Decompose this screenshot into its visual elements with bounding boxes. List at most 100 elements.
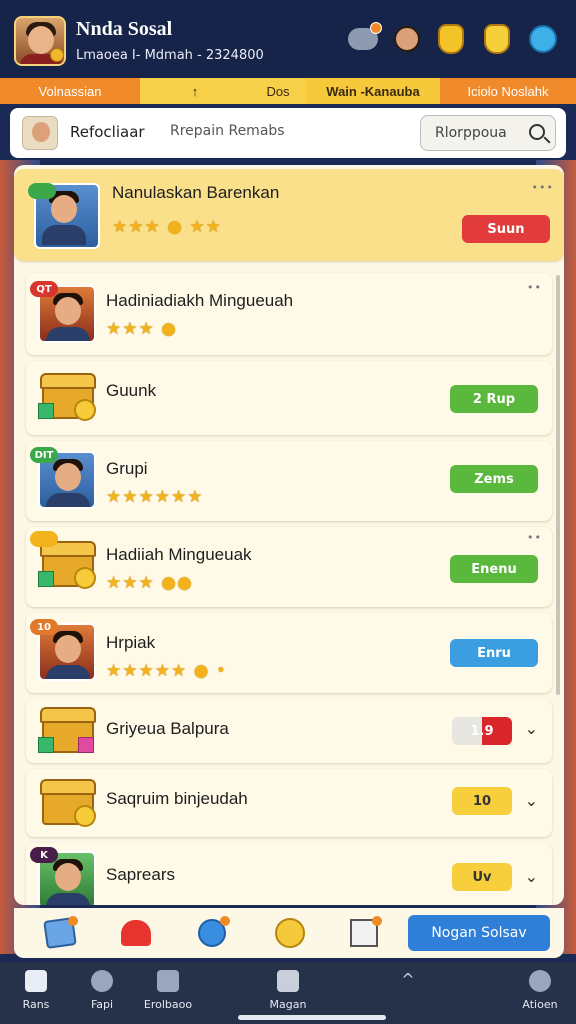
emoji-button[interactable]: [272, 916, 308, 950]
friend-icon: [394, 26, 420, 52]
chevron-down-icon[interactable]: ⌄: [525, 719, 538, 738]
list-item[interactable]: Griyeua Balpura 1.9 ⌄: [26, 699, 552, 763]
map-icon: [277, 970, 299, 992]
gem-icon: [38, 737, 54, 753]
avatar-face: [55, 635, 81, 663]
search-icon: [529, 124, 545, 140]
nav-messages[interactable]: Erolbaoo: [138, 970, 198, 1011]
nav-label: Rans: [22, 998, 50, 1011]
avatar-shirt: [46, 893, 90, 905]
search-avatar: [22, 116, 58, 150]
nav-settings[interactable]: Fapi: [72, 970, 132, 1011]
chest-icon: [38, 775, 96, 833]
chest-icon: [38, 369, 96, 427]
heart-icon: [121, 920, 151, 946]
chevron-down-icon[interactable]: ⌄: [525, 867, 538, 886]
tab-bar: Volnassian ↑ Dos Wain -Kanauba Iciolo No…: [0, 78, 576, 104]
pin-button[interactable]: [194, 916, 230, 950]
item-action-button[interactable]: Enenu: [450, 555, 538, 583]
gift-button[interactable]: [480, 24, 514, 54]
avatar-face: [51, 195, 77, 223]
chest-icon: [38, 703, 96, 761]
notification-badge: [370, 22, 382, 34]
item-badge: QT: [30, 281, 58, 297]
tab-arrow[interactable]: ↑: [140, 78, 250, 104]
tab-dos[interactable]: Dos: [250, 78, 306, 104]
chest-lid: [40, 779, 96, 795]
scrollbar[interactable]: [556, 275, 560, 695]
nav-profile[interactable]: Atioen: [510, 970, 570, 1011]
list-item[interactable]: Guunk 2 Rup: [26, 361, 552, 435]
list-item[interactable]: QT Hadiniadiakh Mingueuah ★★★ ● ••: [26, 273, 552, 355]
tab-wain-kanauba[interactable]: Wain -Kanauba: [306, 78, 440, 104]
item-action-button[interactable]: Zems: [450, 465, 538, 493]
notification-badge: [220, 916, 230, 926]
tab-iciolo-noslahk[interactable]: Iciolo Noslahk: [440, 78, 576, 104]
chat-icon: [348, 22, 382, 50]
star-rating: ★★★★★ ● •: [106, 661, 227, 681]
item-action-button[interactable]: 2 Rup: [450, 385, 538, 413]
nav-label: Erolbaoo: [143, 998, 193, 1011]
list-panel: Nanulaskan Barenkan ★★★ ● ★★ Suun ••• QT…: [14, 165, 564, 905]
chest-lid: [40, 373, 96, 389]
more-icon[interactable]: ••: [527, 531, 542, 544]
reward-button[interactable]: [434, 24, 468, 54]
item-badge: K: [30, 847, 58, 863]
more-icon[interactable]: ••: [527, 281, 542, 294]
list-item[interactable]: K Saprears Uv ⌄: [26, 843, 552, 905]
avatar-shirt: [46, 493, 90, 507]
item-title: Grupi: [106, 459, 148, 478]
list-item[interactable]: Hadiiah Mingueuak ★★★ ●● Enenu ••: [26, 527, 552, 607]
item-action-button[interactable]: Enru: [450, 639, 538, 667]
heart-button[interactable]: [118, 916, 154, 950]
box-button[interactable]: [346, 916, 382, 950]
item-action-button[interactable]: Uv: [452, 863, 512, 891]
avatar-face: [32, 122, 50, 142]
avatar-shirt: [42, 225, 86, 245]
bottom-nav: Rans Fapi Erolbaoo Magan ^ Atioen: [0, 962, 576, 1024]
search-label: Refocliaar: [70, 123, 145, 141]
item-title: Nanulaskan Barenkan: [112, 183, 280, 202]
mail-icon: [157, 970, 179, 992]
nav-home[interactable]: Rans: [6, 970, 66, 1011]
smile-icon: [275, 918, 305, 948]
star-rating: ★★★ ●●: [106, 573, 193, 593]
list-item-featured[interactable]: Nanulaskan Barenkan ★★★ ● ★★ Suun •••: [14, 169, 564, 261]
main-cta-button[interactable]: Nogan Solsav: [408, 915, 550, 951]
list-item[interactable]: 10 Hrpiak ★★★★★ ● • Enru: [26, 613, 552, 693]
avatar-face: [55, 863, 81, 891]
item-badge: [30, 531, 58, 547]
item-action-button[interactable]: 1.9: [452, 717, 512, 745]
avatar-face: [28, 26, 54, 54]
gem-icon: [78, 737, 94, 753]
avatar-shirt: [46, 665, 90, 679]
search-box-text: Rlorppoua: [435, 125, 507, 141]
action-bar: Nogan Solsav: [14, 908, 564, 958]
notification-badge: [68, 916, 78, 926]
item-title: Hadiniadiakh Mingueuah: [106, 291, 294, 310]
chat-button[interactable]: [346, 22, 382, 54]
item-action-button[interactable]: 10: [452, 787, 512, 815]
chevron-down-icon[interactable]: ⌄: [525, 791, 538, 810]
avatar-shirt: [46, 327, 90, 341]
search-input[interactable]: Rlorppoua: [420, 115, 556, 151]
gem-icon: [38, 571, 54, 587]
star-rating: ★★★ ● ★★: [112, 217, 222, 237]
bag-icon: [438, 24, 464, 54]
avatar-face: [55, 463, 81, 491]
gift-icon: [484, 24, 510, 54]
item-title: Griyeua Balpura: [106, 719, 229, 738]
chest-lid: [40, 707, 96, 723]
globe-button[interactable]: [526, 24, 560, 54]
nav-up[interactable]: ^: [378, 970, 438, 998]
map-button[interactable]: [42, 916, 78, 950]
avatar-face: [55, 297, 81, 325]
tab-volnassian[interactable]: Volnassian: [0, 78, 140, 104]
friend-button[interactable]: [390, 24, 424, 54]
more-icon[interactable]: •••: [532, 181, 554, 194]
item-badge: DIT: [30, 447, 58, 463]
list-item[interactable]: DIT Grupi ★★★★★★ Zems: [26, 441, 552, 521]
nav-map[interactable]: Magan: [258, 970, 318, 1011]
item-action-button[interactable]: Suun: [462, 215, 550, 243]
list-item[interactable]: Saqruim binjeudah 10 ⌄: [26, 769, 552, 837]
